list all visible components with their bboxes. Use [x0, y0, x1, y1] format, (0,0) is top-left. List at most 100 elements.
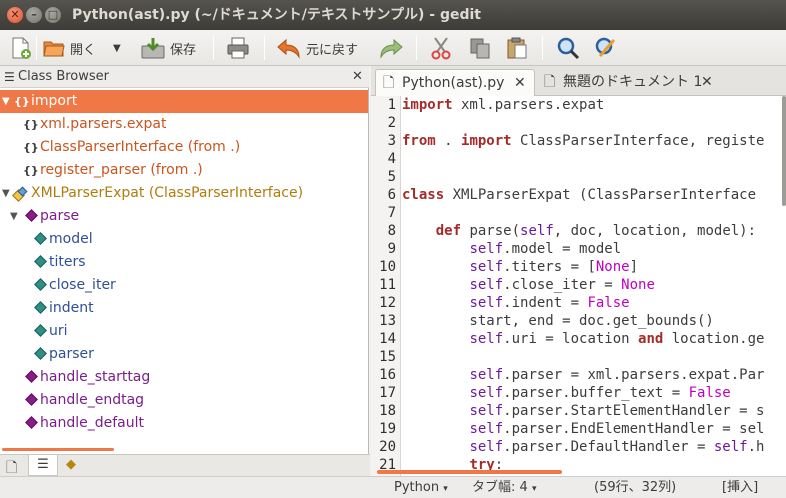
minimize-window-button[interactable]: –	[26, 7, 42, 23]
close-tab-icon[interactable]: ✕	[701, 69, 713, 95]
tree-item-method[interactable]: handle_default	[0, 412, 368, 435]
redo-button[interactable]	[378, 34, 404, 62]
code-line: self.indent = False	[469, 295, 630, 311]
line-number: 19	[379, 421, 396, 437]
class-browser-tab-icon[interactable]: ☰	[28, 455, 58, 476]
tree-item-label: model	[49, 231, 93, 247]
class-tree: ▼ {} import {} xml.parsers.expat {} Clas…	[0, 90, 368, 435]
tree-item-method[interactable]: handle_endtag	[0, 389, 368, 412]
copy-button[interactable]	[469, 34, 491, 62]
tree-item-label: handle_starttag	[40, 369, 151, 385]
editor-hscroll-indicator[interactable]	[377, 470, 562, 474]
tree-item-label: register_parser (from .)	[40, 162, 203, 178]
tab-untitled[interactable]: 🗋 無題のドキュメント 1 ✕	[537, 69, 723, 96]
code-line: self.parser = xml.parsers.expat.Par	[469, 367, 765, 383]
close-panel-icon[interactable]: ✕	[352, 66, 363, 88]
folder-open-icon	[43, 41, 65, 57]
attribute-icon	[34, 347, 47, 360]
line-number: 12	[379, 295, 396, 311]
tree-item-attribute[interactable]: parser	[0, 343, 368, 366]
editor-scrollbar[interactable]	[782, 96, 786, 206]
tab-width-selector[interactable]: タブ幅: 4 ▾	[472, 477, 536, 498]
method-icon	[25, 209, 38, 222]
symbols-tab-icon[interactable]: ◆	[66, 457, 76, 472]
attribute-icon	[34, 278, 47, 291]
class-icon	[12, 186, 28, 202]
find-button[interactable]	[556, 34, 580, 62]
expand-arrow-icon[interactable]: ▼	[2, 90, 10, 113]
window-titlebar: ✕ – □ Python(ast).py (~/ドキュメント/テキストサンプル)…	[0, 0, 786, 30]
expand-arrow-icon[interactable]: ▼	[10, 205, 18, 228]
print-button[interactable]	[226, 34, 250, 62]
line-number-gutter: 1 2 3 4 5 6 7 8 9 10 11 12 13 14 15 16 17 18 19 20 21	[371, 96, 401, 476]
undo-label: 元に戻す	[306, 42, 359, 58]
redo-icon	[380, 38, 403, 59]
class-browser-panel: ☰ Class Browser ✕ ▼ {} import {} xml.par…	[0, 66, 369, 454]
code-line: class XMLParserExpat (ClassParserInterfa…	[402, 187, 757, 203]
line-number: 14	[379, 331, 396, 347]
scissors-icon	[431, 37, 451, 60]
tab-python-ast[interactable]: 🗋 Python(ast).py ✕	[375, 69, 535, 96]
tree-item-import[interactable]: ▼ {} import	[0, 90, 368, 113]
line-number: 10	[379, 259, 396, 275]
save-button[interactable]: 保存	[140, 34, 196, 62]
tree-item-attribute[interactable]: titers	[0, 251, 368, 274]
tree-item-label: titers	[49, 254, 86, 270]
close-window-button[interactable]: ✕	[7, 7, 23, 23]
maximize-window-button[interactable]: □	[45, 7, 61, 23]
code-line: self.close_iter = None	[469, 277, 655, 293]
line-number: 15	[379, 349, 396, 365]
code-line: from . import ClassParserInterface, regi…	[402, 133, 765, 149]
tree-item-label: xml.parsers.expat	[40, 116, 167, 132]
close-tab-icon[interactable]: ✕	[514, 70, 526, 96]
line-number: 7	[387, 205, 396, 221]
tree-item[interactable]: {} xml.parsers.expat	[0, 113, 368, 136]
line-number: 8	[387, 223, 396, 239]
undo-button[interactable]: 元に戻す	[276, 34, 358, 62]
code-line: def parse(self, doc, location, model):	[435, 223, 757, 239]
language-selector[interactable]: Python ▾	[394, 477, 448, 498]
tree-item-attribute[interactable]: model	[0, 228, 368, 251]
tree-item-attribute[interactable]: uri	[0, 320, 368, 343]
tree-item-attribute[interactable]: close_iter	[0, 274, 368, 297]
list-icon: ☰	[4, 70, 15, 84]
side-panel-tabs: 🗋 ☰ ◆	[0, 454, 370, 476]
tree-item-label: ClassParserInterface (from .)	[40, 139, 241, 155]
save-icon	[141, 38, 165, 59]
cut-button[interactable]	[430, 34, 452, 62]
tree-item-attribute[interactable]: indent	[0, 297, 368, 320]
open-recent-dropdown[interactable]: ▼	[113, 34, 121, 62]
expand-arrow-icon[interactable]: ▼	[2, 182, 10, 205]
tree-item[interactable]: {} register_parser (from .)	[0, 159, 368, 182]
new-document-button[interactable]	[8, 34, 32, 62]
line-number: 18	[379, 403, 396, 419]
tree-item-class[interactable]: ▼ XMLParserExpat (ClassParserInterface)	[0, 182, 368, 205]
tab-width-label: タブ幅: 4	[472, 480, 528, 495]
tree-item-label: parse	[40, 208, 80, 224]
tree-item[interactable]: {} ClassParserInterface (from .)	[0, 136, 368, 159]
method-icon	[25, 370, 38, 383]
find-replace-button[interactable]	[594, 34, 618, 62]
paste-button[interactable]	[506, 34, 528, 62]
tree-item-method[interactable]: ▼ parse	[0, 205, 368, 228]
attribute-icon	[34, 232, 47, 245]
sidebar-scroll-indicator[interactable]	[2, 448, 114, 451]
chevron-down-icon: ▾	[531, 484, 537, 494]
code-line: self.titers = [None]	[469, 259, 639, 275]
code-line: self.parser.EndElementHandler = sel	[469, 421, 765, 437]
line-number: 13	[379, 313, 396, 329]
method-icon	[25, 416, 38, 429]
tree-item-method[interactable]: handle_starttag	[0, 366, 368, 389]
copy-icon	[470, 38, 490, 59]
open-button[interactable]: 開く	[42, 34, 96, 62]
code-view[interactable]: import xml.parsers.expat from . import Cl…	[402, 96, 786, 476]
code-line: start, end = doc.get_bounds()	[402, 313, 714, 329]
code-line: self.uri = location and location.ge	[469, 331, 765, 347]
line-number: 9	[387, 241, 396, 257]
new-document-icon	[12, 37, 31, 59]
cursor-position: (59行、32列)	[594, 480, 677, 495]
